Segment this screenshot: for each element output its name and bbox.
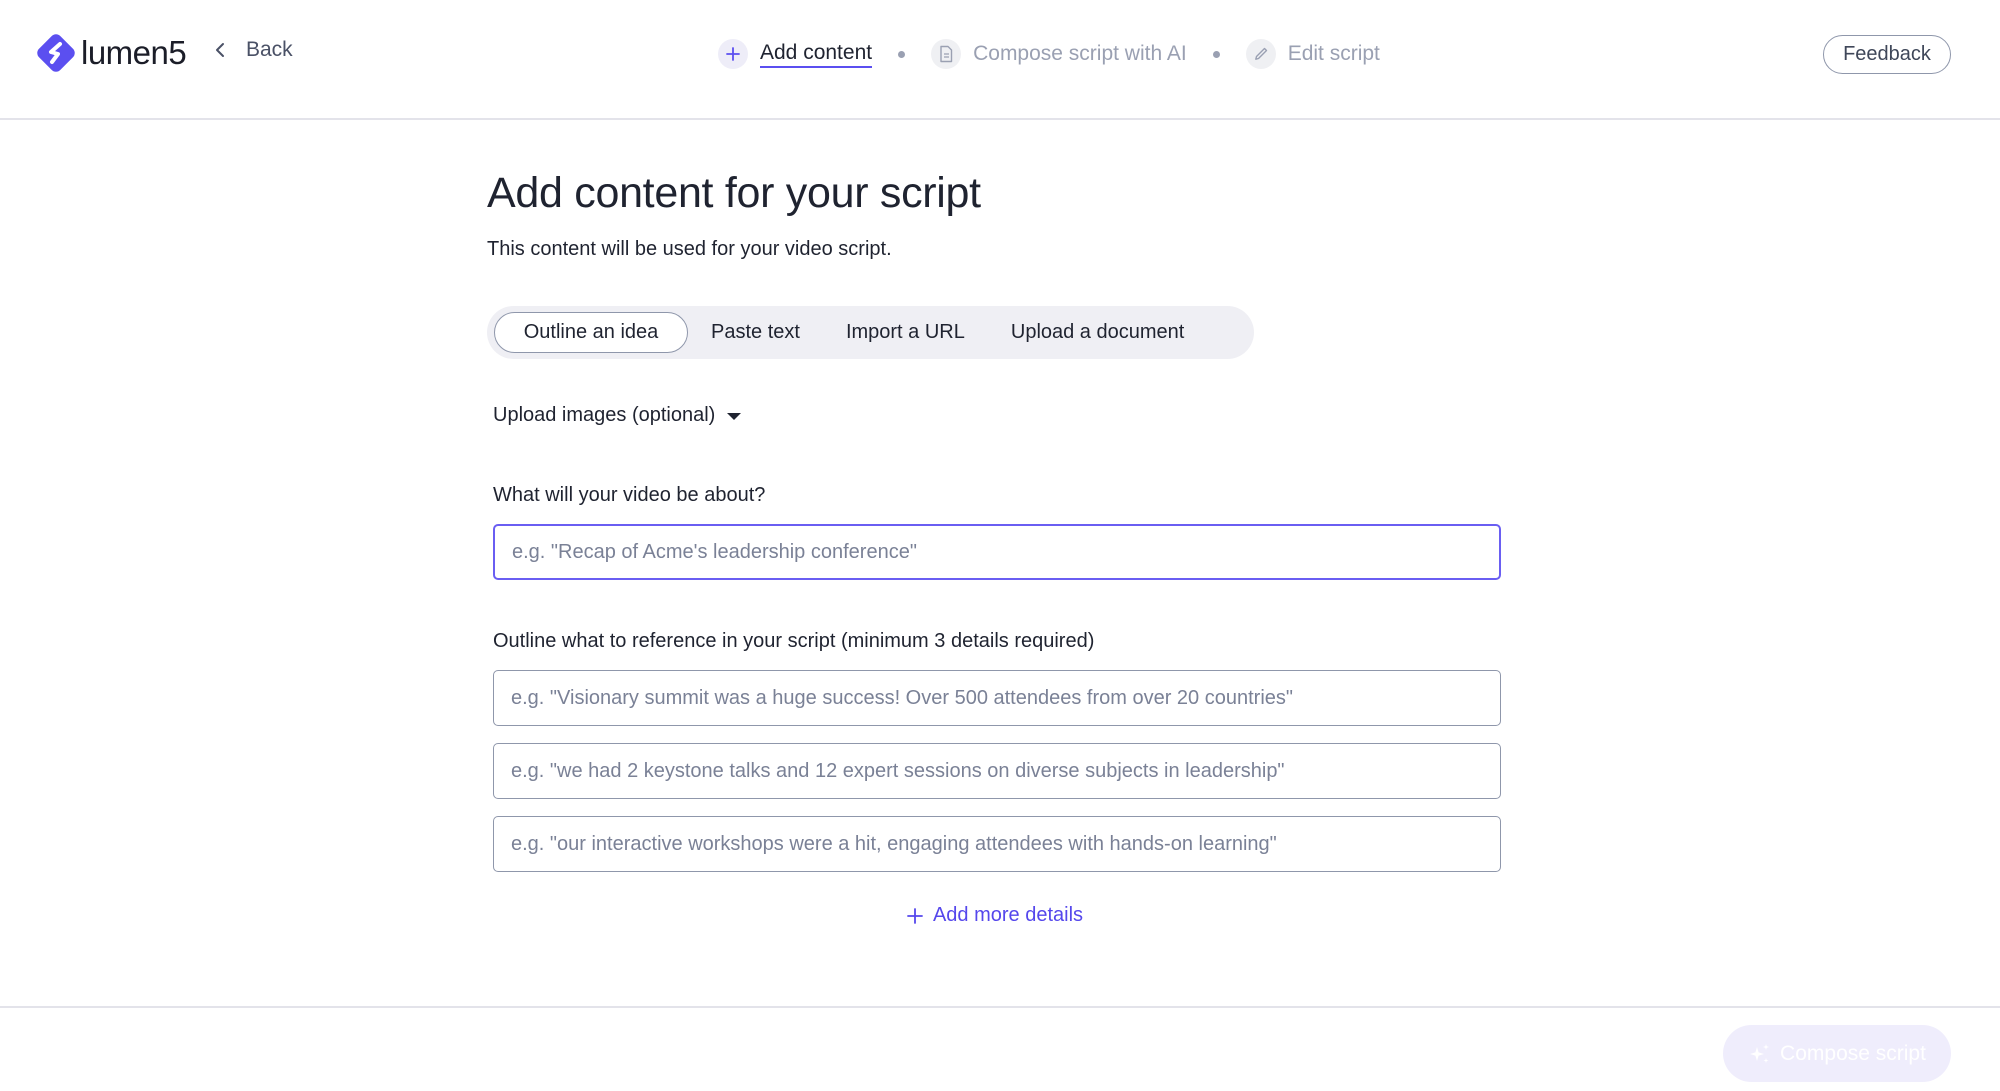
plus-icon (907, 907, 923, 924)
tab-import-url[interactable]: Import a URL (823, 312, 988, 353)
caret-down-icon (727, 413, 742, 420)
step-label: Edit script (1287, 42, 1380, 65)
step-label: Compose script with AI (973, 42, 1187, 65)
sparkles-icon (1750, 1043, 1770, 1063)
compose-script-button[interactable]: Compose script (1723, 1025, 1951, 1082)
tab-outline-an-idea[interactable]: Outline an idea (494, 312, 688, 353)
footer-divider (0, 1006, 2000, 1008)
video-topic-label: What will your video be about? (493, 484, 766, 506)
chevron-left-icon (216, 43, 224, 57)
top-bar: lumen5 Back Add content Compose script w… (0, 0, 2000, 120)
detail-input-1[interactable] (493, 670, 1501, 726)
back-label: Back (246, 38, 293, 61)
upload-images-label: Upload images (optional) (493, 404, 716, 426)
detail-input-3[interactable] (493, 816, 1501, 872)
page-title: Add content for your script (487, 169, 981, 217)
plus-icon (718, 39, 748, 69)
add-more-details-button[interactable]: Add more details (487, 904, 1502, 927)
step-separator (1212, 50, 1220, 58)
page-subtitle: This content will be used for your video… (487, 238, 892, 260)
add-content-form: Add content for your script This content… (487, 160, 1502, 926)
lumen5-logo-icon (37, 34, 75, 72)
content-source-tabs: Outline an idea Paste text Import a URL … (487, 306, 1254, 359)
detail-input-2[interactable] (493, 743, 1501, 799)
tab-paste-text[interactable]: Paste text (688, 312, 823, 353)
pencil-icon (1245, 39, 1276, 69)
add-more-details-label: Add more details (932, 904, 1084, 926)
tab-upload-document[interactable]: Upload a document (988, 312, 1207, 353)
back-button[interactable]: Back (212, 38, 293, 62)
video-topic-input[interactable] (493, 524, 1501, 580)
outline-details-label: Outline what to reference in your script… (493, 630, 1095, 652)
progress-steps: Add content Compose script with AI Edit … (718, 38, 1380, 70)
step-add-content[interactable]: Add content (718, 39, 873, 69)
brand-name: lumen5 (81, 34, 187, 71)
compose-script-label: Compose script (1780, 1041, 1926, 1065)
document-icon (931, 39, 962, 69)
lumen5-logo[interactable]: lumen5 (35, 32, 187, 74)
step-label: Add content (760, 41, 873, 68)
step-separator (898, 50, 906, 58)
step-edit-script[interactable]: Edit script (1245, 39, 1380, 69)
upload-images-toggle[interactable]: Upload images (optional) (493, 404, 742, 427)
step-compose-script[interactable]: Compose script with AI (931, 39, 1187, 69)
feedback-button[interactable]: Feedback (1823, 35, 1951, 74)
